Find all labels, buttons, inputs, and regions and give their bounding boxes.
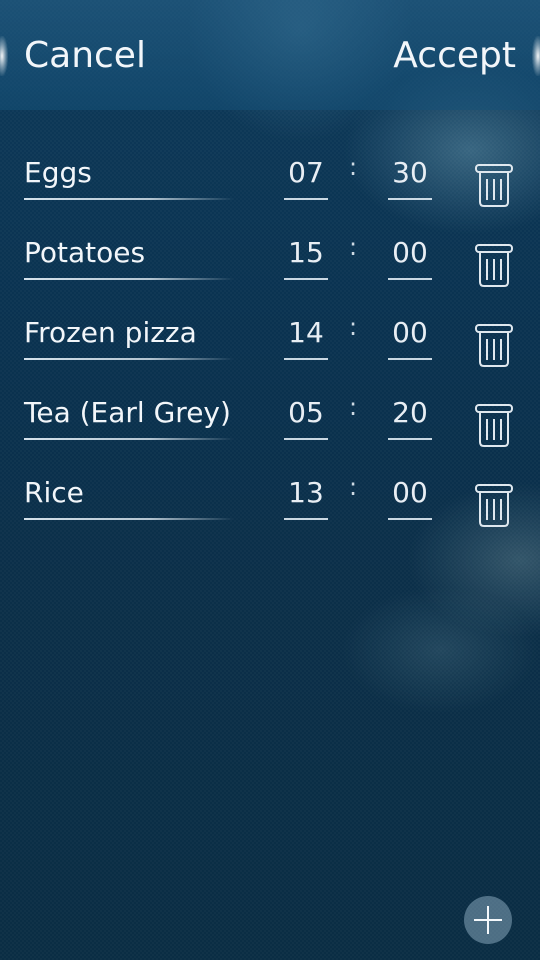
name-underline <box>24 358 234 360</box>
seconds-field[interactable]: 30 <box>388 150 432 200</box>
minutes-text: 13 <box>288 476 324 509</box>
name-text: Eggs <box>24 156 92 189</box>
minutes-underline <box>284 358 328 360</box>
minutes-underline <box>284 198 328 200</box>
minutes-text: 15 <box>288 236 324 269</box>
time-separator: : <box>349 233 358 261</box>
trash-icon <box>475 244 513 287</box>
seconds-underline <box>388 518 432 520</box>
minutes-text: 14 <box>288 316 324 349</box>
seconds-underline <box>388 278 432 280</box>
minutes-field[interactable]: 13 <box>284 470 328 520</box>
time-separator: : <box>349 393 358 421</box>
seconds-text: 00 <box>392 476 428 509</box>
seconds-text: 00 <box>392 316 428 349</box>
name-field[interactable]: Potatoes <box>24 230 234 280</box>
trash-icon <box>475 484 513 527</box>
list-item: Potatoes 15 : 00 <box>0 230 540 310</box>
minutes-text: 05 <box>288 396 324 429</box>
name-text: Tea (Earl Grey) <box>24 396 231 429</box>
name-underline <box>24 438 234 440</box>
seconds-field[interactable]: 00 <box>388 310 432 360</box>
name-text: Rice <box>24 476 84 509</box>
minutes-field[interactable]: 07 <box>284 150 328 200</box>
add-item-button[interactable] <box>464 896 512 944</box>
trash-icon <box>475 324 513 367</box>
minutes-field[interactable]: 05 <box>284 390 328 440</box>
minutes-underline <box>284 518 328 520</box>
seconds-underline <box>388 358 432 360</box>
pulley-indicator-right <box>532 36 540 76</box>
list-item: Frozen pizza 14 : 00 <box>0 310 540 390</box>
name-text: Potatoes <box>24 236 146 269</box>
name-underline <box>24 518 234 520</box>
delete-button[interactable] <box>470 480 518 530</box>
delete-button[interactable] <box>470 320 518 370</box>
seconds-field[interactable]: 20 <box>388 390 432 440</box>
time-separator: : <box>349 153 358 181</box>
seconds-field[interactable]: 00 <box>388 470 432 520</box>
minutes-field[interactable]: 15 <box>284 230 328 280</box>
list-item: Rice 13 : 00 <box>0 470 540 550</box>
minutes-underline <box>284 278 328 280</box>
accept-button[interactable]: Accept <box>393 34 516 78</box>
seconds-text: 30 <box>392 156 428 189</box>
name-field[interactable]: Tea (Earl Grey) <box>24 390 234 440</box>
name-field[interactable]: Frozen pizza <box>24 310 234 360</box>
minutes-underline <box>284 438 328 440</box>
name-text: Frozen pizza <box>24 316 197 349</box>
seconds-underline <box>388 198 432 200</box>
header-bar: Cancel Accept <box>0 0 540 110</box>
seconds-field[interactable]: 00 <box>388 230 432 280</box>
name-field[interactable]: Eggs <box>24 150 234 200</box>
time-separator: : <box>349 313 358 341</box>
seconds-text: 00 <box>392 236 428 269</box>
minutes-field[interactable]: 14 <box>284 310 328 360</box>
seconds-text: 20 <box>392 396 428 429</box>
trash-icon <box>475 164 513 207</box>
name-field[interactable]: Rice <box>24 470 234 520</box>
seconds-underline <box>388 438 432 440</box>
delete-button[interactable] <box>470 160 518 210</box>
time-separator: : <box>349 473 358 501</box>
delete-button[interactable] <box>470 240 518 290</box>
list-item: Tea (Earl Grey) 05 : 20 <box>0 390 540 470</box>
cancel-button[interactable]: Cancel <box>24 34 146 78</box>
trash-icon <box>475 404 513 447</box>
name-underline <box>24 278 234 280</box>
timer-list: Eggs 07 : 30 Potatoes 15: 00 Frozen piz… <box>0 150 540 550</box>
name-underline <box>24 198 234 200</box>
plus-icon <box>474 906 502 934</box>
delete-button[interactable] <box>470 400 518 450</box>
minutes-text: 07 <box>288 156 324 189</box>
pulley-indicator-left <box>0 36 8 76</box>
list-item: Eggs 07 : 30 <box>0 150 540 230</box>
